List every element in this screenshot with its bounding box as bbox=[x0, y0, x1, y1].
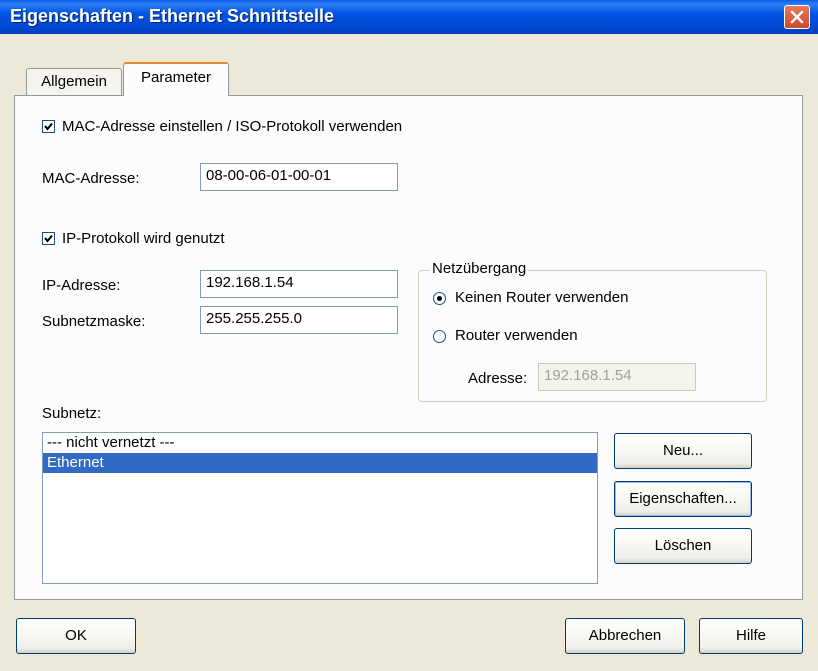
ok-button[interactable]: OK bbox=[16, 618, 136, 654]
window-title: Eigenschaften - Ethernet Schnittstelle bbox=[10, 6, 335, 26]
no-router-label[interactable]: Keinen Router verwenden bbox=[455, 289, 628, 306]
tab-parameter[interactable]: Parameter bbox=[123, 62, 229, 96]
ip-protocol-checkbox[interactable] bbox=[42, 232, 55, 245]
use-router-label[interactable]: Router verwenden bbox=[455, 327, 578, 344]
mac-checkbox[interactable] bbox=[42, 120, 55, 133]
radio-selected-dot bbox=[437, 296, 442, 301]
subnet-listbox[interactable]: --- nicht vernetzt --- Ethernet bbox=[42, 432, 598, 584]
new-subnet-button[interactable]: Neu... bbox=[614, 433, 752, 469]
help-button[interactable]: Hilfe bbox=[699, 618, 803, 654]
no-router-radio[interactable] bbox=[433, 292, 446, 305]
subnet-mask-label: Subnetzmaske: bbox=[42, 313, 146, 330]
list-item-selected[interactable]: Ethernet bbox=[43, 453, 597, 473]
delete-subnet-button[interactable]: Löschen bbox=[614, 528, 752, 564]
ip-address-field[interactable]: 192.168.1.54 bbox=[200, 270, 398, 298]
close-button[interactable] bbox=[784, 5, 810, 29]
list-item[interactable]: --- nicht vernetzt --- bbox=[43, 433, 597, 453]
ip-address-label: IP-Adresse: bbox=[42, 277, 121, 294]
gateway-group-title: Netzübergang bbox=[430, 260, 529, 277]
mac-checkbox-label[interactable]: MAC-Adresse einstellen / ISO-Protokoll v… bbox=[62, 118, 402, 135]
subnet-properties-button[interactable]: Eigenschaften... bbox=[614, 481, 752, 517]
subnet-label: Subnetz: bbox=[42, 405, 102, 422]
ip-protocol-checkbox-label[interactable]: IP-Protokoll wird genutzt bbox=[62, 230, 225, 247]
checkmark-icon bbox=[44, 122, 53, 131]
router-address-label: Adresse: bbox=[468, 370, 528, 387]
tab-allgemein[interactable]: Allgemein bbox=[26, 68, 122, 96]
mac-address-label: MAC-Adresse: bbox=[42, 170, 140, 187]
checkmark-icon bbox=[44, 234, 53, 243]
use-router-radio[interactable] bbox=[433, 330, 446, 343]
close-icon bbox=[790, 10, 804, 24]
mac-address-field[interactable]: 08-00-06-01-00-01 bbox=[200, 163, 398, 191]
router-address-field[interactable]: 192.168.1.54 bbox=[538, 363, 696, 391]
cancel-button[interactable]: Abbrechen bbox=[565, 618, 685, 654]
subnet-mask-field[interactable]: 255.255.255.0 bbox=[200, 306, 398, 334]
